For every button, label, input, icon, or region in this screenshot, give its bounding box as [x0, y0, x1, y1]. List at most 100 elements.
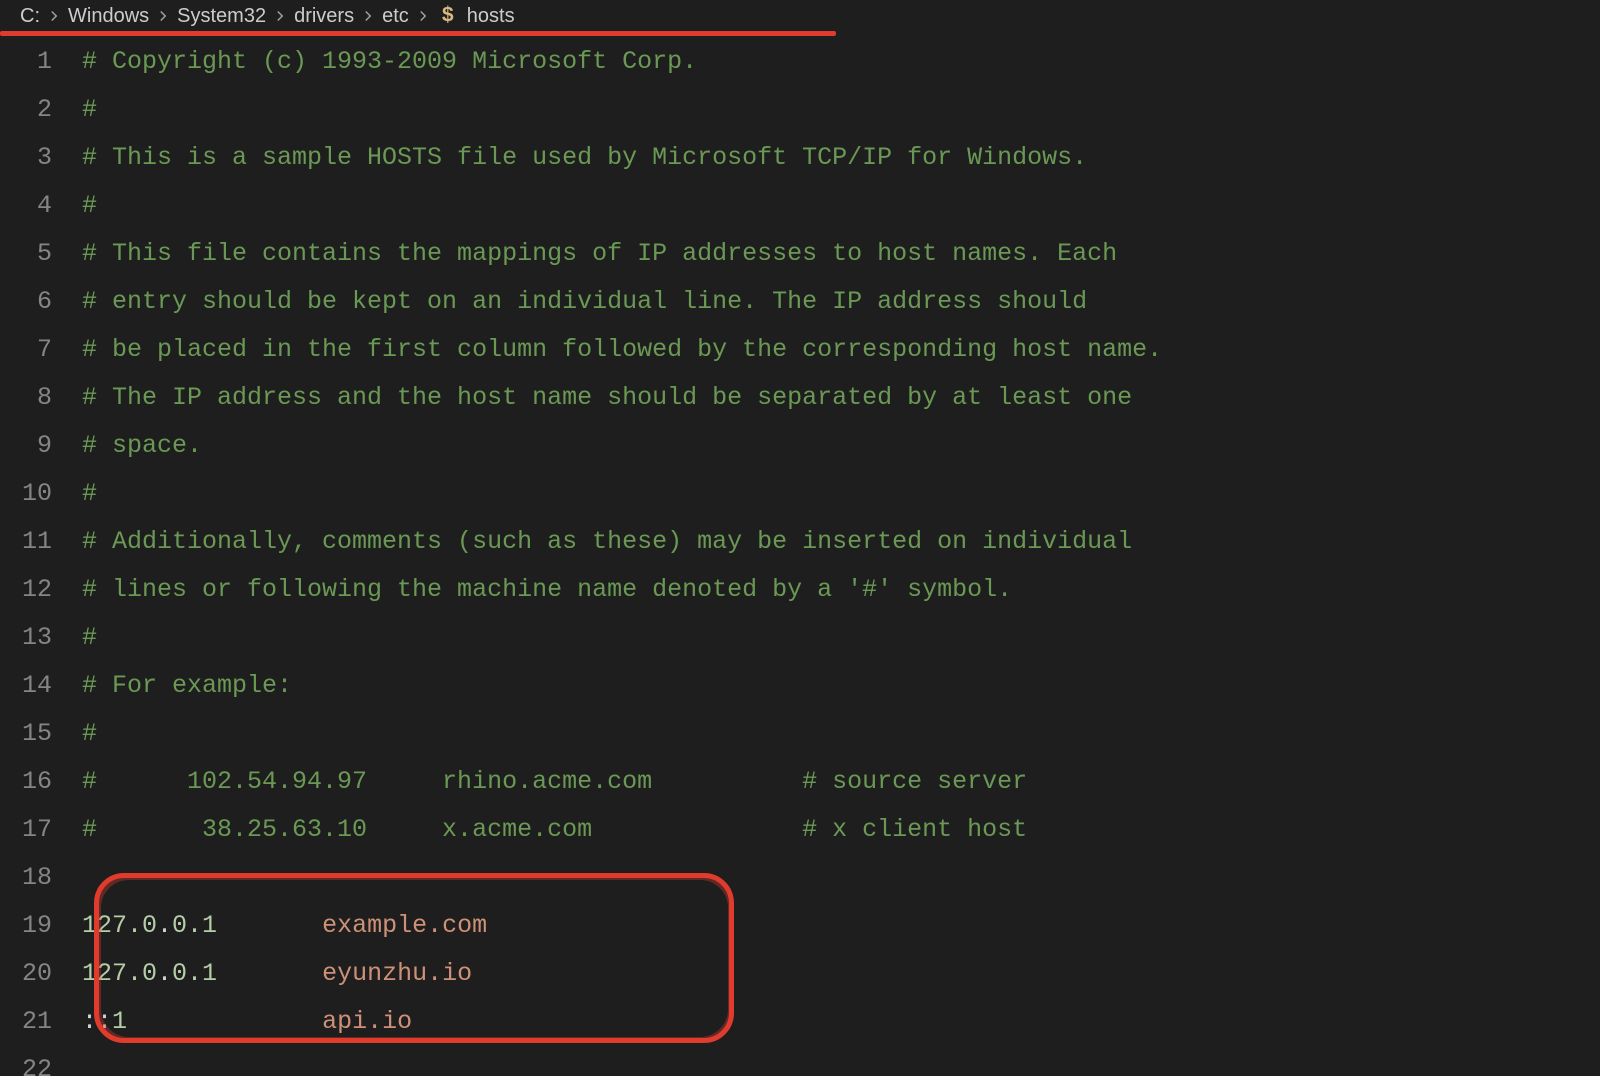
line-number: 15 [0, 710, 82, 758]
breadcrumb-segment[interactable]: etc [382, 5, 409, 28]
code-content[interactable]: # Copyright (c) 1993-2009 Microsoft Corp… [82, 38, 1600, 86]
code-content[interactable]: 127.0.0.1 example.com [82, 902, 1600, 950]
token-plain [217, 959, 322, 988]
line-number: 18 [0, 854, 82, 902]
code-content[interactable]: # For example: [82, 662, 1600, 710]
code-content[interactable]: # The IP address and the host name shoul… [82, 374, 1600, 422]
line-number: 7 [0, 326, 82, 374]
token-plain: . [157, 911, 172, 940]
code-content[interactable]: # 102.54.94.97 rhino.acme.com # source s… [82, 758, 1600, 806]
token-comment: # 38.25.63.10 x.acme.com # x client host [82, 815, 1027, 844]
code-line[interactable]: 15# [0, 710, 1600, 758]
code-content[interactable]: # 38.25.63.10 x.acme.com # x client host [82, 806, 1600, 854]
token-plain: . [157, 959, 172, 988]
code-content[interactable]: # [82, 710, 1600, 758]
token-comment: # [82, 623, 97, 652]
token-number: 0.1 [172, 959, 217, 988]
line-number: 12 [0, 566, 82, 614]
line-number: 2 [0, 86, 82, 134]
code-line[interactable]: 11# Additionally, comments (such as thes… [0, 518, 1600, 566]
line-number: 17 [0, 806, 82, 854]
code-content[interactable]: # This file contains the mappings of IP … [82, 230, 1600, 278]
line-number: 22 [0, 1046, 82, 1076]
code-line[interactable]: 2# [0, 86, 1600, 134]
line-number: 9 [0, 422, 82, 470]
code-content[interactable]: # lines or following the machine name de… [82, 566, 1600, 614]
token-number: 127.0 [82, 959, 157, 988]
token-host: example.com [322, 911, 487, 940]
breadcrumb-segment[interactable]: Windows [68, 5, 149, 28]
token-comment: # be placed in the first column followed… [82, 335, 1162, 364]
code-line[interactable]: 3# This is a sample HOSTS file used by M… [0, 134, 1600, 182]
code-line[interactable]: 13# [0, 614, 1600, 662]
token-plain [217, 911, 322, 940]
breadcrumb: C: Windows System32 drivers etc $ hosts [0, 0, 1600, 32]
token-comment: # [82, 191, 97, 220]
token-plain: :: [82, 1007, 112, 1036]
breadcrumb-file[interactable]: hosts [467, 5, 515, 28]
token-comment: # 102.54.94.97 rhino.acme.com # source s… [82, 767, 1027, 796]
token-comment: # space. [82, 431, 202, 460]
code-content[interactable]: # entry should be kept on an individual … [82, 278, 1600, 326]
breadcrumb-segment[interactable]: C: [20, 5, 40, 28]
line-number: 10 [0, 470, 82, 518]
breadcrumb-segment[interactable]: System32 [177, 5, 266, 28]
line-number: 4 [0, 182, 82, 230]
token-comment: # This is a sample HOSTS file used by Mi… [82, 143, 1087, 172]
code-line[interactable]: 5# This file contains the mappings of IP… [0, 230, 1600, 278]
code-line[interactable]: 16# 102.54.94.97 rhino.acme.com # source… [0, 758, 1600, 806]
chevron-right-icon [157, 10, 169, 22]
code-line[interactable]: 22 [0, 1046, 1600, 1076]
chevron-right-icon [362, 10, 374, 22]
breadcrumb-segment[interactable]: drivers [294, 5, 354, 28]
chevron-right-icon [48, 10, 60, 22]
line-number: 1 [0, 38, 82, 86]
code-content[interactable]: # space. [82, 422, 1600, 470]
token-comment: # [82, 479, 97, 508]
token-comment: # Additionally, comments (such as these)… [82, 527, 1132, 556]
token-comment: # For example: [82, 671, 292, 700]
token-host: eyunzhu.io [322, 959, 472, 988]
line-number: 13 [0, 614, 82, 662]
code-line[interactable]: 21::1 api.io [0, 998, 1600, 1046]
code-line[interactable]: 14# For example: [0, 662, 1600, 710]
token-comment: # The IP address and the host name shoul… [82, 383, 1132, 412]
code-line[interactable]: 12# lines or following the machine name … [0, 566, 1600, 614]
code-line[interactable]: 9# space. [0, 422, 1600, 470]
token-comment: # [82, 719, 97, 748]
token-plain [127, 1007, 322, 1036]
token-comment: # [82, 95, 97, 124]
code-line[interactable]: 7# be placed in the first column followe… [0, 326, 1600, 374]
code-editor[interactable]: 1# Copyright (c) 1993-2009 Microsoft Cor… [0, 32, 1600, 1076]
token-comment: # lines or following the machine name de… [82, 575, 1012, 604]
code-content[interactable]: # [82, 86, 1600, 134]
code-content[interactable]: # [82, 182, 1600, 230]
token-number: 1 [112, 1007, 127, 1036]
code-line[interactable]: 1# Copyright (c) 1993-2009 Microsoft Cor… [0, 38, 1600, 86]
line-number: 6 [0, 278, 82, 326]
code-content[interactable]: ::1 api.io [82, 998, 1600, 1046]
line-number: 20 [0, 950, 82, 998]
token-host: api.io [322, 1007, 412, 1036]
code-line[interactable]: 19127.0.0.1 example.com [0, 902, 1600, 950]
code-content[interactable]: # be placed in the first column followed… [82, 326, 1600, 374]
code-line[interactable]: 4# [0, 182, 1600, 230]
code-line[interactable]: 17# 38.25.63.10 x.acme.com # x client ho… [0, 806, 1600, 854]
token-number: 127.0 [82, 911, 157, 940]
code-content[interactable]: # Additionally, comments (such as these)… [82, 518, 1600, 566]
line-number: 5 [0, 230, 82, 278]
line-number: 14 [0, 662, 82, 710]
code-line[interactable]: 6# entry should be kept on an individual… [0, 278, 1600, 326]
line-number: 11 [0, 518, 82, 566]
code-content[interactable]: # This is a sample HOSTS file used by Mi… [82, 134, 1600, 182]
code-content[interactable]: # [82, 470, 1600, 518]
code-line[interactable]: 20127.0.0.1 eyunzhu.io [0, 950, 1600, 998]
code-line[interactable]: 10# [0, 470, 1600, 518]
token-comment: # This file contains the mappings of IP … [82, 239, 1117, 268]
dollar-file-icon: $ [437, 5, 459, 27]
code-content[interactable]: # [82, 614, 1600, 662]
line-number: 21 [0, 998, 82, 1046]
code-line[interactable]: 18 [0, 854, 1600, 902]
code-content[interactable]: 127.0.0.1 eyunzhu.io [82, 950, 1600, 998]
code-line[interactable]: 8# The IP address and the host name shou… [0, 374, 1600, 422]
